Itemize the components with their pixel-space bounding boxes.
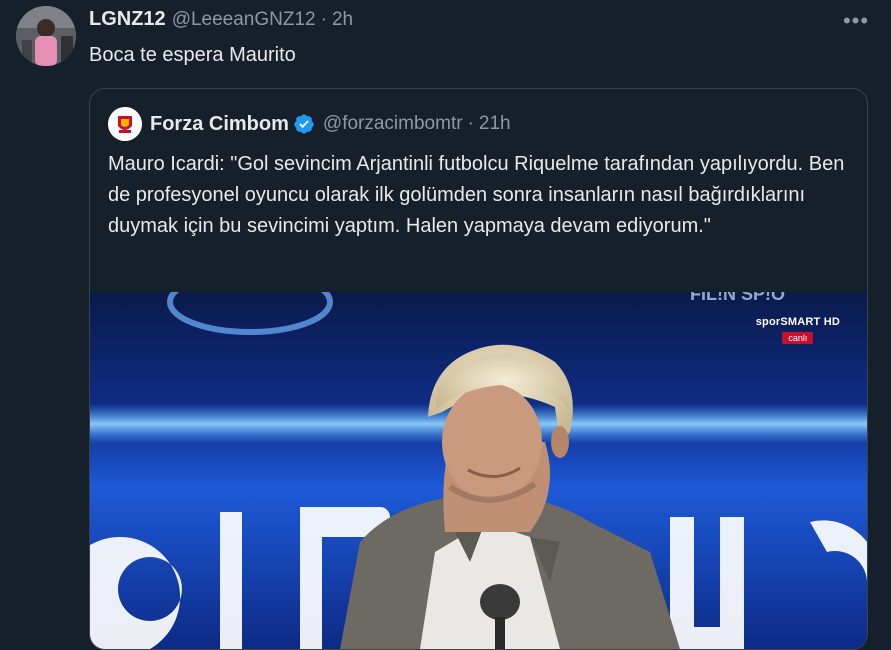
tweet-text: Boca te espera Maurito (89, 44, 296, 66)
quoted-tweet-text: Mauro Icardi: "Gol sevincim Arjantinli f… (108, 153, 845, 237)
quoted-tweet-timestamp[interactable]: 21h (479, 113, 511, 135)
quoted-tweet[interactable]: Forza Cimbom @forzacimbomtr · 21h Mauro … (89, 88, 868, 650)
live-label: canlı (782, 332, 814, 344)
author-name[interactable]: LGNZ12 (89, 8, 166, 31)
author-handle[interactable]: @LeeeanGNZ12 (172, 9, 316, 31)
author-avatar[interactable] (16, 6, 76, 66)
tweet-timestamp[interactable]: 2h (332, 9, 353, 31)
verified-badge-icon (294, 114, 314, 134)
quoted-tweet-header: Forza Cimbom @forzacimbomtr · 21h (108, 107, 511, 141)
tweet-header: LGNZ12 @LeeeanGNZ12 · 2h (89, 8, 353, 32)
broadcast-brand: sporSMART HD (755, 316, 840, 328)
separator-dot: · (467, 113, 474, 134)
video-frame: FIL!N SP!O (90, 292, 867, 649)
separator-dot: · (320, 9, 327, 30)
quoted-author-avatar[interactable] (108, 107, 142, 141)
tweet[interactable]: LGNZ12 @LeeeanGNZ12 · 2h ••• Boca te esp… (0, 0, 891, 650)
more-icon[interactable]: ••• (841, 8, 871, 34)
svg-text:FIL!N SP!O: FIL!N SP!O (690, 292, 785, 304)
broadcast-badge: sporSMART HD canlı (756, 316, 840, 346)
quoted-author-name[interactable]: Forza Cimbom (150, 113, 289, 136)
quoted-tweet-video[interactable]: FIL!N SP!O sporSMART HD canlı (90, 292, 867, 649)
quoted-author-handle[interactable]: @forzacimbomtr (323, 113, 463, 135)
